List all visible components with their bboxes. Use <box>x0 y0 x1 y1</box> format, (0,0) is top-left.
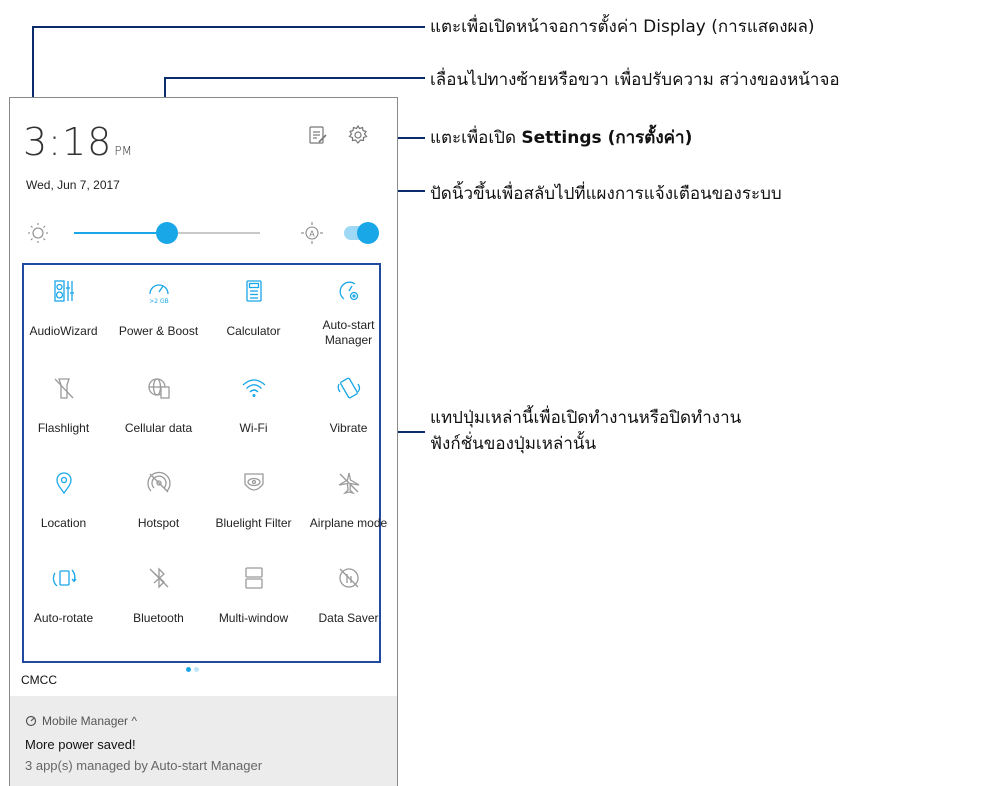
callout-brightness: เลื่อนไปทางซ้ายหรือขวา เพื่อปรับความ สว่… <box>430 70 840 90</box>
callout-settings-prefix: แตะเพื่อเปิด <box>430 128 522 148</box>
quick-settings-panel: 3:18 PM Wed, Jun 7, 2017 A AudioWizard >… <box>9 97 398 786</box>
tile-auto-start-manager[interactable]: Auto-start Manager <box>301 278 396 348</box>
tile-vibrate[interactable]: Vibrate <box>301 375 396 445</box>
notification-body: 3 app(s) managed by Auto-start Manager <box>25 758 263 773</box>
brightness-row: A <box>10 220 397 246</box>
edit-list-icon[interactable] <box>307 124 329 146</box>
clock-time: 3:18 <box>23 120 113 164</box>
auto-rotate-icon <box>52 569 77 587</box>
callout-settings-bold: Settings (การตั้งค่า) <box>521 128 693 148</box>
page-indicator <box>186 657 202 676</box>
wifi-icon <box>242 379 265 397</box>
auto-brightness-toggle-knob[interactable] <box>357 222 379 244</box>
page-dot-active <box>186 667 191 672</box>
brightness-low-icon <box>28 223 48 243</box>
multi-window-icon <box>244 567 263 589</box>
notification-app-name[interactable]: Mobile Manager ^ <box>42 714 137 728</box>
tile-data-saver[interactable]: Data Saver <box>301 565 396 635</box>
airplane-icon <box>338 472 359 495</box>
notification-title: More power saved! <box>25 737 136 752</box>
eye-filter-icon <box>243 473 264 491</box>
brightness-slider-fill <box>74 232 167 234</box>
bluetooth-off-icon <box>149 567 168 589</box>
auto-start-icon <box>339 281 358 301</box>
callout-tiles-line2: ฟังก์ชั่นของปุ่มเหล่านั้น <box>430 434 597 454</box>
tile-label: Data Saver <box>318 611 379 625</box>
clock-ampm: PM <box>114 144 132 158</box>
callout-settings: แตะเพื่อเปิด Settings (การตั้งค่า) <box>430 124 692 151</box>
auto-brightness-icon[interactable]: A <box>300 221 324 245</box>
tile-airplane-mode[interactable]: Airplane mode <box>301 470 396 540</box>
gear-icon[interactable] <box>347 124 369 146</box>
carrier-name: CMCC <box>21 673 57 687</box>
flashlight-off-icon <box>54 378 73 399</box>
callout-display: แตะเพื่อเปิดหน้าจอการตั้งค่า Display (กา… <box>430 17 815 37</box>
speedometer-icon: >2 GB <box>149 284 169 304</box>
notification-card[interactable]: Mobile Manager ^ More power saved! 3 app… <box>10 696 397 786</box>
callout-tiles-line1: แทปปุ่มเหล่านี้เพื่อเปิดทำงานหรือปิดทำงา… <box>430 408 742 428</box>
calculator-icon <box>245 280 262 302</box>
callout-swipe: ปัดนิ้วขึ้นเพื่อสลับไปที่แผงการแจ้งเตือน… <box>430 184 782 204</box>
hotspot-off-icon <box>146 471 171 493</box>
data-saver-off-icon <box>338 568 359 588</box>
clock: 3:18 PM <box>23 120 132 164</box>
tile-label: Vibrate <box>329 421 368 435</box>
quick-tiles-grid: AudioWizard >2 GB Power & Boost Calculator A… <box>22 263 387 663</box>
svg-text:>2 GB: >2 GB <box>149 298 169 304</box>
tile-label: Airplane mode <box>309 516 388 530</box>
location-pin-icon <box>55 472 72 495</box>
equalizer-icon <box>53 280 74 302</box>
mobile-manager-icon <box>25 715 37 727</box>
page-dot <box>194 667 199 672</box>
brightness-slider-handle[interactable] <box>156 222 178 244</box>
svg-text:A: A <box>309 230 315 239</box>
tile-label: Auto-start Manager <box>322 318 375 347</box>
date[interactable]: Wed, Jun 7, 2017 <box>26 178 120 192</box>
vibrate-icon <box>337 377 360 399</box>
cellular-globe-icon <box>147 378 170 399</box>
